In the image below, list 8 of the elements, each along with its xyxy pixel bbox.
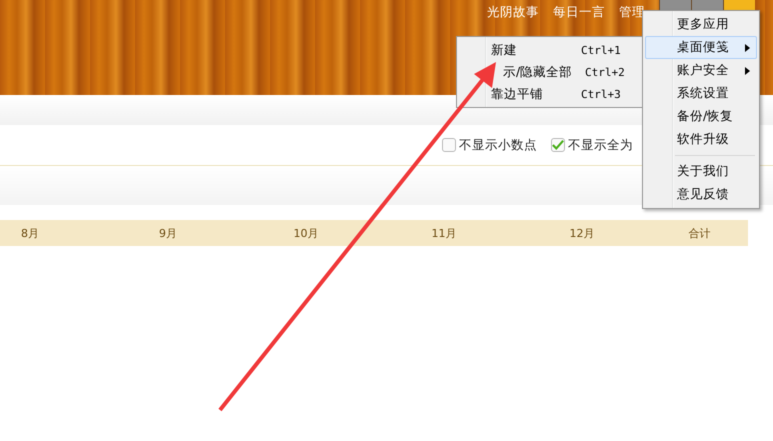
checkbox-label: 不显示小数点: [459, 136, 537, 154]
column-header: 12月: [568, 226, 596, 240]
column-header: 8月: [20, 226, 40, 240]
column-header: 10月: [292, 226, 320, 240]
column-header: 9月: [158, 226, 178, 240]
column-header: 合计: [688, 226, 712, 240]
column-header: 11月: [430, 226, 458, 240]
checkbox-label: 不显示全为: [568, 136, 633, 154]
